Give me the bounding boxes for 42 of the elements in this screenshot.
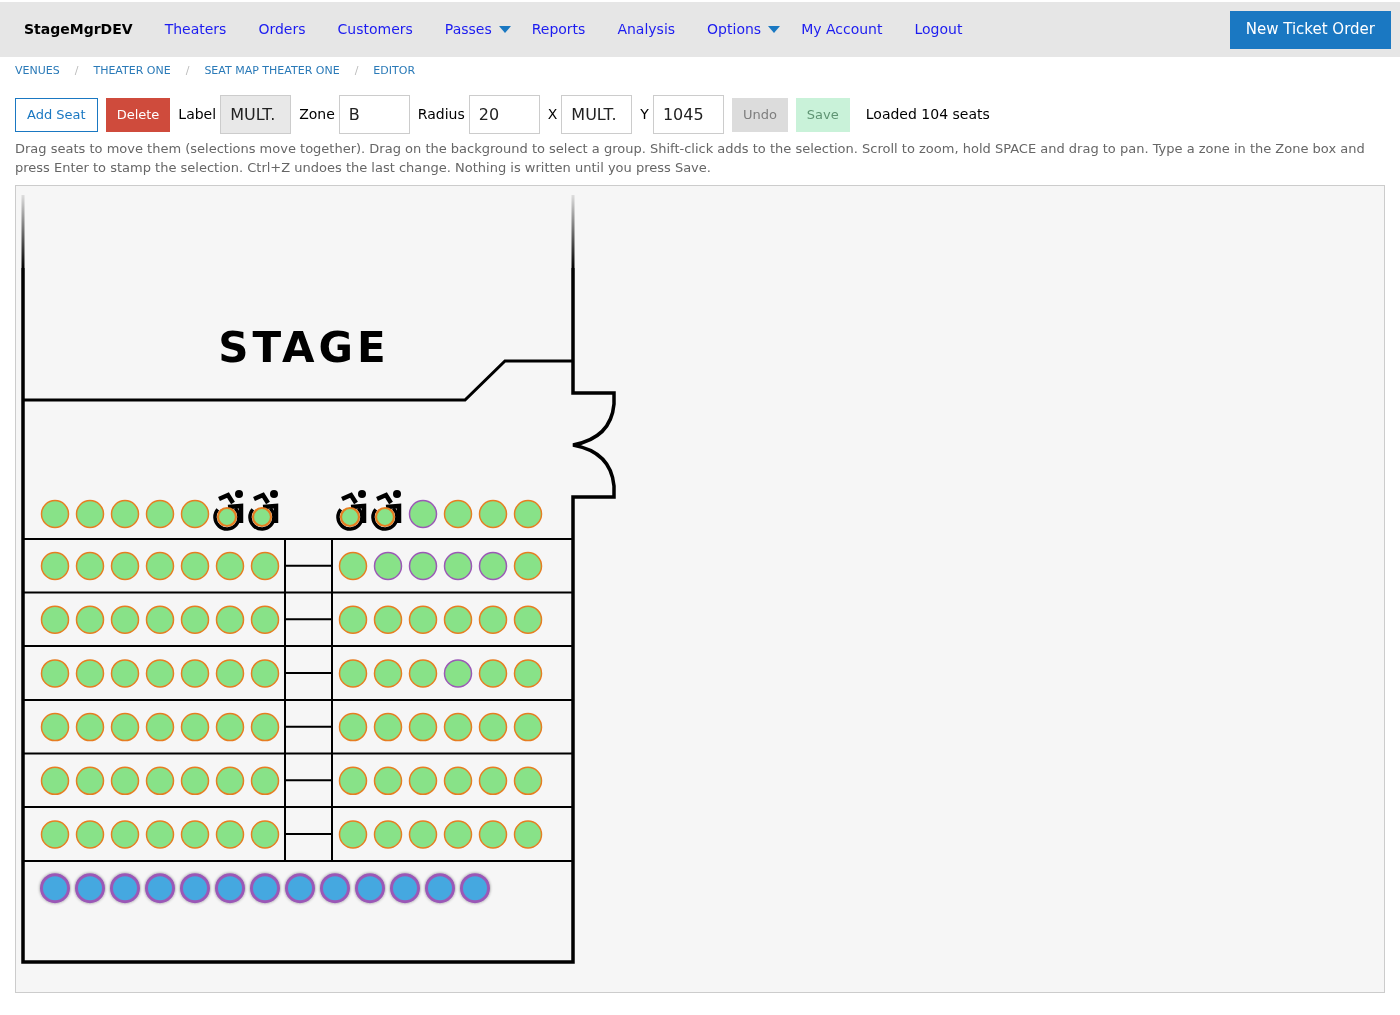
nav-dropdown[interactable]: Options (707, 19, 781, 40)
wheelchair-icon (336, 490, 367, 531)
caret-icon (498, 26, 511, 33)
nav-link[interactable]: Orders (258, 19, 306, 40)
seat-icon[interactable] (374, 506, 396, 528)
field-label: Zone (299, 105, 335, 124)
wheelchair-icon (371, 490, 402, 531)
seat-icon[interactable] (251, 506, 273, 528)
caret-icon (768, 26, 781, 33)
nav-link[interactable]: Theaters (164, 19, 227, 40)
field-label: Label (178, 105, 217, 124)
breadcrumb-separator: / (185, 62, 190, 79)
breadcrumb-link[interactable]: SEAT MAP THEATER ONE (204, 62, 340, 80)
field-label: X (547, 105, 558, 124)
seat-icon[interactable] (339, 506, 361, 528)
nav-dropdown[interactable]: Passes (444, 19, 511, 40)
nav-link[interactable]: Analysis (617, 19, 676, 40)
status-text: Loaded 104 seats (865, 105, 990, 124)
field-label: Radius (417, 105, 465, 124)
wheelchair-icon (248, 490, 279, 531)
breadcrumb-link[interactable]: EDITOR (373, 62, 416, 80)
nav-link[interactable]: My Account (801, 19, 883, 40)
breadcrumb-link[interactable]: VENUES (15, 62, 60, 80)
instructions-text: Drag seats to move them (selections move together). Drag on the background to select a group. Shift-click adds to the selection. Scroll to zoom, hold SPACE and drag to pan. Type a zone in the Zone box and press Enter to stamp the selection. Ctrl+Z undoes the last change. Nothing is written until you press Save. (15, 140, 1366, 177)
nav-link[interactable]: Reports (531, 19, 586, 40)
text-field[interactable]: 20 (468, 95, 540, 134)
seat-icon[interactable] (216, 506, 238, 528)
toolbar-button[interactable]: Add Seat (15, 97, 98, 132)
nav-link[interactable]: Logout (914, 19, 963, 40)
field-label: Y (640, 105, 649, 124)
text-field[interactable]: 1045 (652, 95, 724, 134)
toolbar-button[interactable]: Delete (105, 97, 171, 132)
nav-link[interactable]: Customers (337, 19, 413, 40)
text-field[interactable]: MULT. (561, 95, 633, 134)
stage-label: STAGE (218, 323, 390, 372)
wheelchair-icon (213, 490, 244, 531)
text-field[interactable]: B (338, 95, 410, 134)
breadcrumb-link[interactable]: THEATER ONE (93, 62, 171, 80)
brand-link[interactable]: StageMgrDEV (24, 19, 133, 40)
breadcrumb-separator: / (354, 62, 359, 79)
breadcrumb-separator: / (74, 62, 79, 79)
new-ticket-order-button[interactable]: New Ticket Order (1229, 10, 1391, 49)
